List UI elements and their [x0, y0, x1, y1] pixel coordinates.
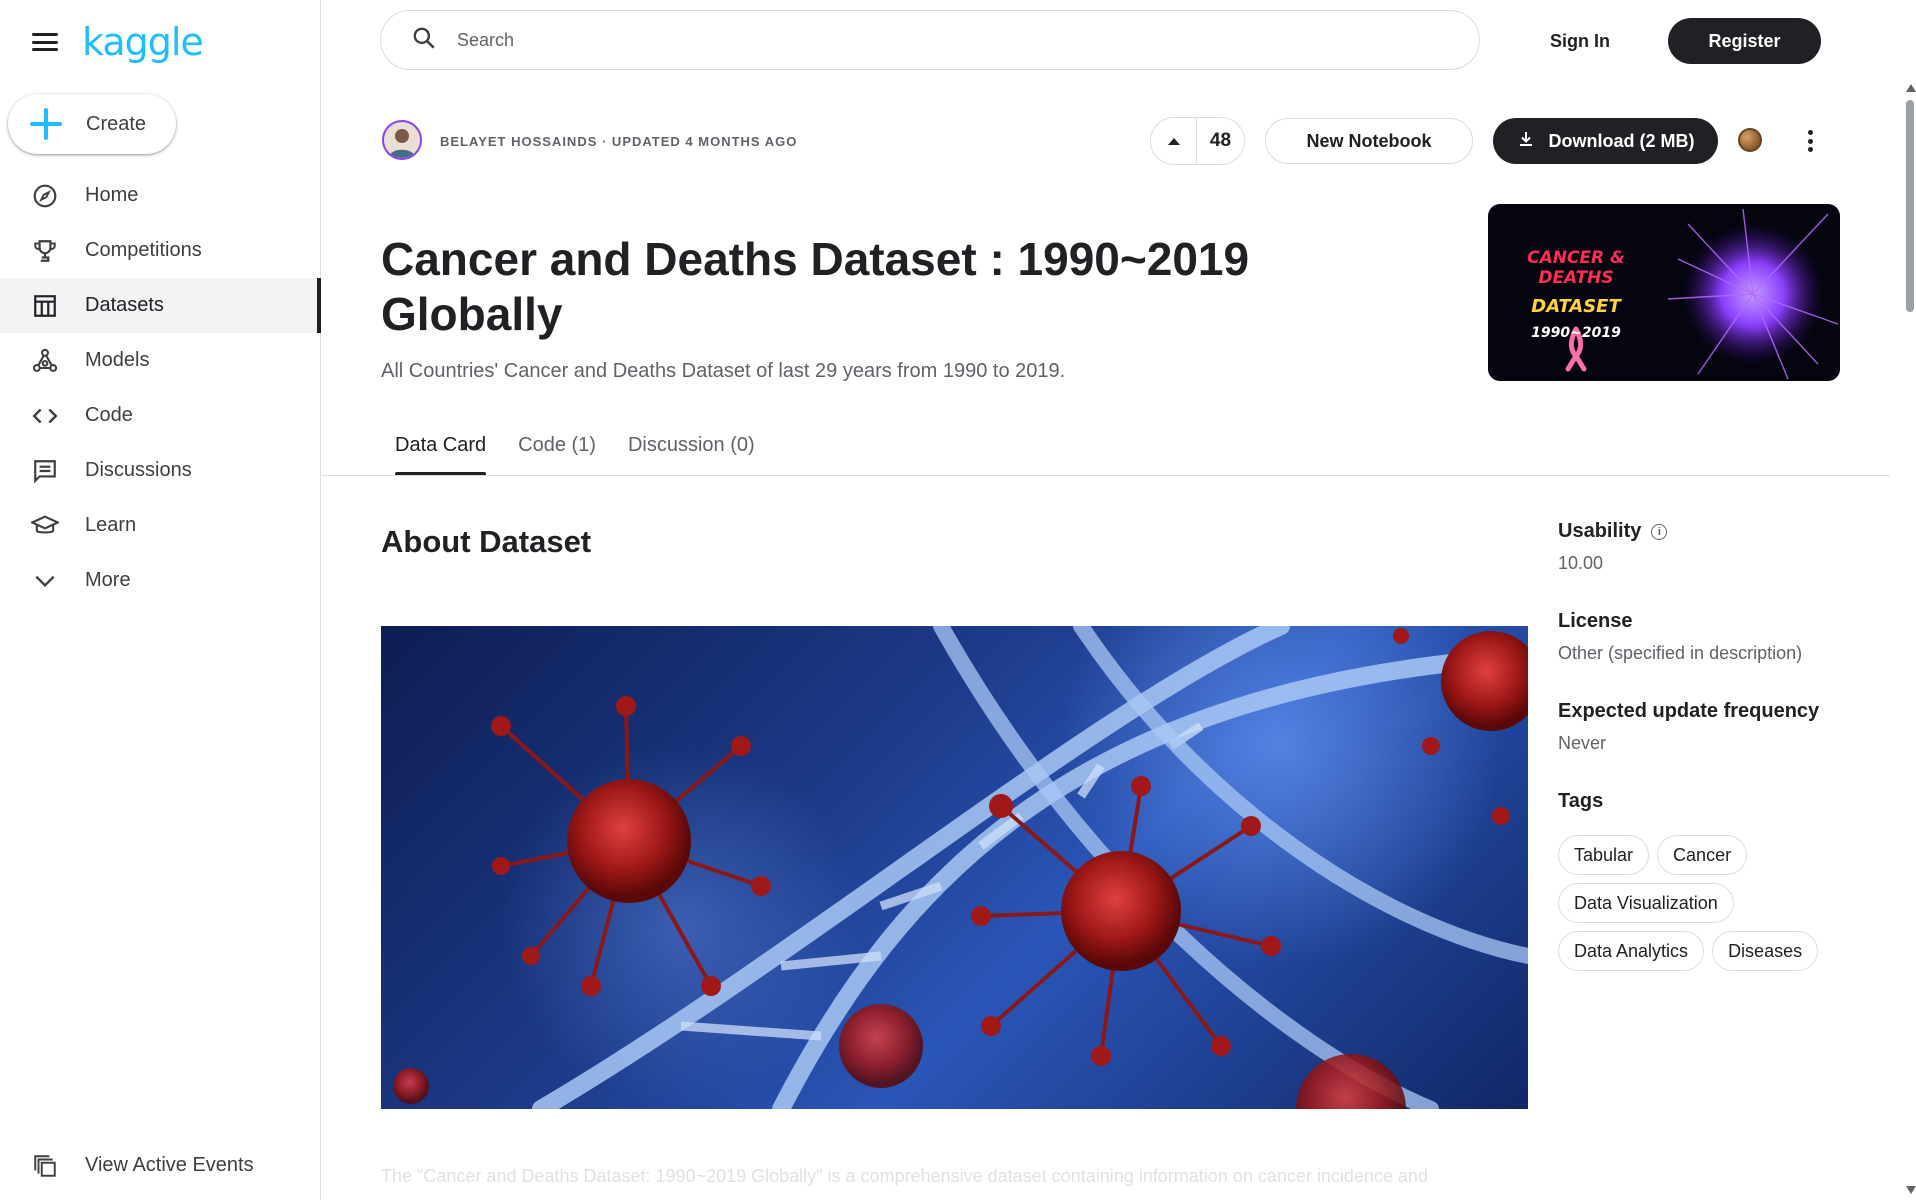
compass-icon	[30, 181, 60, 211]
sidebar-item-label: Competitions	[85, 239, 202, 261]
license-heading: License	[1558, 610, 1633, 632]
download-button[interactable]: Download (2 MB)	[1493, 118, 1718, 164]
sidebar-item-datasets[interactable]: Datasets	[0, 278, 321, 333]
usability-heading: Usability i	[1558, 520, 1858, 543]
info-icon[interactable]: i	[1651, 523, 1668, 540]
dataset-hero-image	[381, 626, 1528, 1109]
tag-chip[interactable]: Cancer	[1657, 835, 1748, 875]
events-label: View Active Events	[85, 1154, 254, 1176]
sign-in-button[interactable]: Sign In	[1530, 24, 1630, 58]
table-icon	[30, 291, 60, 321]
search-input[interactable]	[457, 29, 1357, 51]
scroll-down-arrow-icon[interactable]	[1906, 1186, 1916, 1194]
cookie-icon[interactable]	[1738, 128, 1762, 152]
sidebar-item-code[interactable]: Code	[0, 388, 320, 443]
about-heading: About Dataset	[381, 524, 592, 559]
tags-block: Tags Tabular Cancer Data Visualization D…	[1558, 790, 1858, 979]
sidebar-item-learn[interactable]: Learn	[0, 498, 320, 553]
sidebar-item-label: Discussions	[85, 459, 192, 481]
tag-chip[interactable]: Data Visualization	[1558, 883, 1734, 923]
scroll-up-arrow-icon[interactable]	[1906, 84, 1916, 92]
upvote-button[interactable]	[1151, 118, 1197, 164]
usability-value: 10.00	[1558, 553, 1604, 573]
main-nav: Home Competitions Datasets Models Code D…	[0, 168, 321, 608]
tab-data-card[interactable]: Data Card	[381, 420, 500, 476]
vote-count[interactable]: 48	[1197, 130, 1244, 152]
kaggle-logo[interactable]: kaggle	[82, 20, 204, 64]
more-options-icon[interactable]	[1796, 126, 1824, 156]
frequency-value: Never	[1558, 733, 1607, 753]
register-button[interactable]: Register	[1668, 18, 1821, 64]
discussions-icon	[30, 456, 60, 486]
license-value: Other (specified in description)	[1558, 643, 1803, 663]
cover-line-3: 1990~2019	[1531, 325, 1621, 341]
dataset-sidebar-meta: Usability i 10.00 License Other (specifi…	[1558, 520, 1858, 1015]
tab-code[interactable]: Code (1)	[504, 420, 610, 476]
brand: kaggle	[30, 18, 204, 66]
tags-heading: Tags	[1558, 790, 1604, 812]
sidebar-item-home[interactable]: Home	[0, 168, 320, 223]
hamburger-menu-icon[interactable]	[30, 30, 60, 54]
sidebar-item-label: Datasets	[85, 294, 164, 316]
models-icon	[30, 346, 60, 376]
usability-label: Usability	[1558, 520, 1642, 542]
tag-chip[interactable]: Data Analytics	[1558, 931, 1705, 971]
scrollbar-thumb[interactable]	[1906, 100, 1914, 312]
graduation-cap-icon	[30, 511, 60, 541]
tab-discussion[interactable]: Discussion (0)	[614, 420, 769, 476]
sidebar-item-models[interactable]: Models	[0, 333, 320, 388]
create-label: Create	[86, 112, 147, 135]
new-notebook-button[interactable]: New Notebook	[1265, 118, 1473, 164]
dataset-cover-image: CANCER & DEATHS DATASET 1990~2019	[1488, 204, 1840, 381]
chevron-down-icon	[30, 566, 60, 596]
usability-block: Usability i 10.00	[1558, 520, 1858, 574]
create-button[interactable]: Create	[8, 94, 176, 154]
sidebar-item-label: Learn	[85, 514, 137, 536]
cover-text: CANCER & DEATHS DATASET 1990~2019	[1488, 248, 1664, 341]
download-label: Download (2 MB)	[1548, 130, 1695, 151]
caret-up-icon	[1167, 138, 1180, 145]
tag-chip[interactable]: Tabular	[1558, 835, 1650, 875]
sidebar-item-more[interactable]: More	[0, 553, 320, 608]
search-bar[interactable]	[380, 10, 1480, 70]
sidebar-item-discussions[interactable]: Discussions	[0, 443, 320, 498]
sidebar: kaggle Create Home Competitions Datasets	[0, 0, 321, 1200]
active-events-icon	[30, 1151, 60, 1181]
search-icon	[411, 25, 437, 56]
frequency-heading: Expected update frequency	[1558, 700, 1820, 722]
trophy-icon	[30, 236, 60, 266]
frequency-block: Expected update frequency Never	[1558, 700, 1858, 754]
download-icon	[1517, 130, 1535, 153]
author-line[interactable]: BELAYET HOSSAINDS · UPDATED 4 MONTHS AGO	[440, 134, 797, 149]
view-active-events[interactable]: View Active Events	[0, 1138, 320, 1193]
dataset-tabs: Data Card Code (1) Discussion (0)	[381, 420, 773, 476]
upvote-group: 48	[1150, 117, 1245, 165]
code-icon	[30, 401, 60, 431]
description-preview: The "Cancer and Deaths Dataset: 1990~201…	[381, 1166, 1428, 1186]
cover-line-1: CANCER & DEATHS	[1527, 248, 1625, 288]
plus-icon	[30, 108, 62, 140]
tag-chip[interactable]: Diseases	[1712, 931, 1819, 971]
page-subtitle: All Countries' Cancer and Deaths Dataset…	[381, 360, 1066, 382]
license-block: License Other (specified in description)	[1558, 610, 1858, 664]
sidebar-item-label: Models	[85, 349, 150, 371]
avatar[interactable]	[382, 120, 422, 160]
sidebar-item-label: Code	[85, 404, 133, 426]
sidebar-item-label: Home	[85, 184, 139, 206]
cover-line-2: DATASET	[1531, 296, 1621, 317]
page-title: Cancer and Deaths Dataset : 1990~2019 Gl…	[381, 233, 1250, 340]
sidebar-item-label: More	[85, 569, 131, 591]
tag-list: Tabular Cancer Data Visualization Data A…	[1558, 835, 1858, 979]
tabs-divider	[322, 475, 1890, 476]
sidebar-item-competitions[interactable]: Competitions	[0, 223, 320, 278]
